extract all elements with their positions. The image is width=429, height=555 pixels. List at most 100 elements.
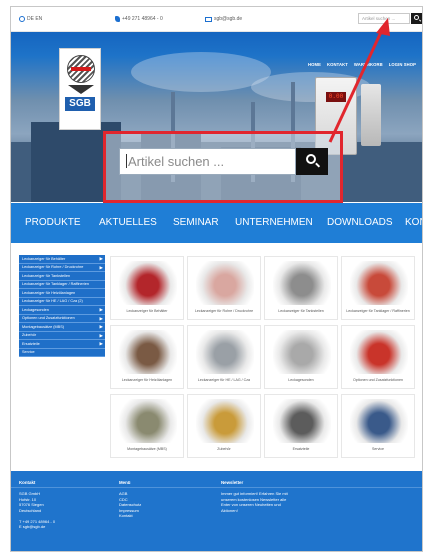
sidebar-item-label: Ersatzteile — [22, 341, 40, 346]
sidebar-item-label: Leckanzeiger für Heizölanlagen — [22, 290, 76, 295]
sidebar-item[interactable]: Leckagesonden ▶ — [19, 306, 105, 315]
header-search-button[interactable] — [411, 13, 422, 24]
category-downloads[interactable]: DOWNLOADS — [327, 217, 393, 228]
logo-text: SGB — [65, 97, 95, 111]
footer-line[interactable]: Kontakt — [119, 513, 141, 519]
sidebar-item[interactable]: Service — [19, 348, 105, 357]
top-utility-bar: DE EN +49 271 48964 - 0 sgb@sgb.de Artik… — [11, 7, 422, 32]
product-tile[interactable]: Optionen und Zusatzfunktionen — [341, 325, 415, 389]
nav-kontakt[interactable]: KONTAKT — [327, 62, 348, 67]
product-caption: Optionen und Zusatzfunktionen — [353, 378, 403, 382]
email-contact[interactable]: sgb@sgb.de — [205, 16, 242, 22]
product-caption: Leckanzeiger für Tanklager / Raffinerien — [346, 309, 410, 313]
footer-contact-column: SGB GmbH Hofstr. 10 57076 Siegen Deutschlan… — [19, 491, 55, 530]
footer-title-menu: Menü — [119, 480, 131, 485]
product-caption: Montagebausätze (MBS) — [127, 447, 167, 451]
product-image — [119, 261, 177, 305]
chevron-right-icon: ▶ — [99, 315, 103, 321]
sidebar-item[interactable]: Zubehör ▶ — [19, 331, 105, 340]
chevron-right-icon: ▶ — [99, 264, 103, 270]
logo-triangle — [68, 85, 94, 94]
category-aktuelles[interactable]: AKTUELLES — [99, 217, 157, 228]
sidebar-item[interactable]: Leckanzeiger für Behälter ▶ — [19, 255, 105, 264]
product-image — [196, 261, 254, 305]
hero-cloud — [131, 52, 271, 92]
leak-detector-device-side — [361, 84, 381, 146]
language-switch[interactable]: DE EN — [19, 16, 42, 22]
product-tile[interactable]: Service — [341, 394, 415, 458]
nav-home[interactable]: HOME — [308, 62, 321, 67]
sidebar-item-label: Leckanzeiger für Behälter — [22, 256, 66, 261]
product-tile[interactable]: Ersatzteile — [264, 394, 338, 458]
sidebar-item[interactable]: Ersatzteile ▶ — [19, 340, 105, 349]
product-tile[interactable]: Leckanzeiger für Heizölanlagen — [110, 325, 184, 389]
mail-icon — [205, 16, 212, 22]
product-image — [273, 261, 331, 305]
sidebar-item-label: Leckanzeiger für Tankstellen — [22, 273, 71, 278]
header-search-input[interactable]: Artikel suchen ... — [358, 13, 410, 24]
product-image — [196, 399, 254, 443]
sidebar-item[interactable]: Montagebausätze (MBS) ▶ — [19, 323, 105, 332]
chevron-right-icon: ▶ — [99, 307, 103, 312]
category-unternehmen[interactable]: UNTERNEHMEN — [235, 217, 313, 228]
sidebar-item-label: Leckagesonden — [22, 307, 49, 312]
footer-title-kontakt: Kontakt — [19, 480, 36, 485]
main-content: Leckanzeiger für Behälter ▶ Leckanzeiger f… — [11, 243, 422, 471]
product-tile[interactable]: Leckanzeiger für Behälter — [110, 256, 184, 320]
hero-search-button[interactable] — [296, 148, 328, 175]
category-produkte[interactable]: PRODUKTE — [25, 217, 81, 228]
product-tile[interactable]: Leckanzeiger für HE / LAG / Cza — [187, 325, 261, 389]
product-caption: Leckanzeiger für Heizölanlagen — [121, 378, 173, 382]
product-caption: Leckanzeiger für Tankstellen — [278, 309, 324, 313]
product-image — [350, 330, 408, 374]
phone-contact[interactable]: +49 271 48964 - 0 — [115, 16, 163, 22]
sidebar-item[interactable]: Leckanzeiger für Tanklager / Raffinerien — [19, 280, 105, 289]
category-seminar[interactable]: SEMINAR — [173, 217, 219, 228]
sidebar-item[interactable]: Optionen und Zusatzfunktionen ▶ — [19, 314, 105, 323]
product-sidebar: Leckanzeiger für Behälter ▶ Leckanzeiger f… — [19, 255, 105, 357]
sidebar-item-label: Service — [22, 350, 35, 354]
product-tile[interactable]: Leckanzeiger für Rohre / Druckrohre — [187, 256, 261, 320]
category-kontakt[interactable]: KONT — [405, 217, 422, 228]
footer-line: Immer gut informiert! Erfahren Sie mit — [221, 491, 288, 496]
nav-warenkorb[interactable]: WARENKORB — [354, 62, 383, 67]
nav-login-shop[interactable]: LOGIN SHOP — [389, 62, 416, 67]
footer-line: Enter von unseren Neuheiten und — [221, 502, 281, 507]
footer-line: Aktionen! — [221, 507, 238, 513]
product-image — [350, 261, 408, 305]
search-icon — [306, 154, 316, 164]
browser-page: DE EN +49 271 48964 - 0 sgb@sgb.de Artik… — [10, 6, 423, 552]
main-nav: HOME KONTAKT WARENKORB LOGIN SHOP — [308, 62, 416, 67]
sidebar-item[interactable]: Leckanzeiger für Heizölanlagen — [19, 289, 105, 298]
sidebar-item[interactable]: Leckanzeiger für Tankstellen — [19, 272, 105, 281]
product-tile[interactable]: Leckanzeiger für Tankstellen — [264, 256, 338, 320]
device-display: 0.00 — [326, 92, 346, 102]
product-tile[interactable]: Zubehör — [187, 394, 261, 458]
sidebar-item-label: Leckanzeiger für HE / LAG / Cza (2) — [22, 299, 83, 303]
search-icon — [414, 15, 419, 20]
footer-menu-column: AGB CDC Datenschutz Impressum Kontakt — [119, 491, 141, 519]
footer-divider — [11, 487, 422, 488]
globe-icon — [19, 16, 25, 22]
footer-newsletter-column: Immer gut informiert! Erfahren Sie mit un… — [221, 491, 288, 513]
sidebar-item[interactable]: Leckanzeiger für HE / LAG / Cza (2) — [19, 297, 105, 306]
product-image — [273, 399, 331, 443]
product-image — [196, 330, 254, 374]
footer-title-newsletter: Newsletter — [221, 480, 244, 485]
product-image — [350, 399, 408, 443]
sidebar-item[interactable]: Leckanzeiger für Rohre / Druckrohre ▶ — [19, 263, 105, 272]
hero-search-input[interactable]: Artikel suchen ... — [119, 148, 296, 175]
sidebar-item-label: Leckanzeiger für Tanklager / Raffinerien — [22, 282, 89, 286]
sgb-logo[interactable]: SGB — [59, 48, 101, 130]
product-image — [119, 399, 177, 443]
footer-line: E sgb@sgb.de — [19, 524, 46, 529]
product-caption: Leckagesonden — [288, 378, 314, 382]
footer-line[interactable]: Datenschutz — [119, 502, 141, 508]
product-tile[interactable]: Montagebausätze (MBS) — [110, 394, 184, 458]
product-tile[interactable]: Leckanzeiger für Tanklager / Raffinerien — [341, 256, 415, 320]
product-caption: Service — [372, 447, 384, 451]
product-caption: Zubehör — [217, 447, 231, 451]
text-caret — [126, 154, 127, 168]
product-tile[interactable]: Leckagesonden — [264, 325, 338, 389]
chevron-right-icon: ▶ — [99, 341, 103, 346]
